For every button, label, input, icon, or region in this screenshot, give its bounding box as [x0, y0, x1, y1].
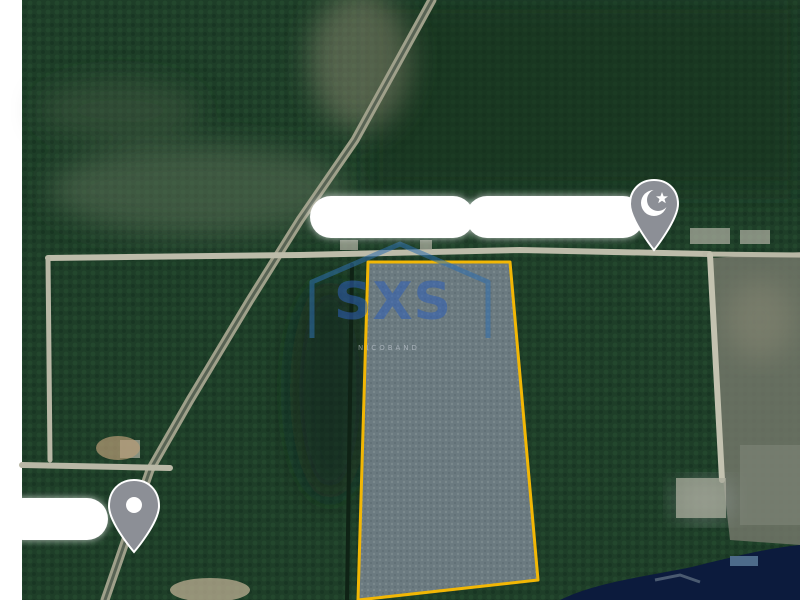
map-pin-icon	[107, 478, 161, 554]
place-label[interactable]	[466, 196, 644, 238]
location-marker[interactable]	[106, 478, 162, 554]
dense-forest	[370, 0, 800, 190]
place-label[interactable]	[310, 196, 474, 238]
mosque-marker[interactable]	[628, 178, 680, 252]
place-label[interactable]	[2, 498, 108, 540]
crescent-star-icon	[628, 178, 680, 252]
land-parcel[interactable]	[358, 262, 538, 600]
